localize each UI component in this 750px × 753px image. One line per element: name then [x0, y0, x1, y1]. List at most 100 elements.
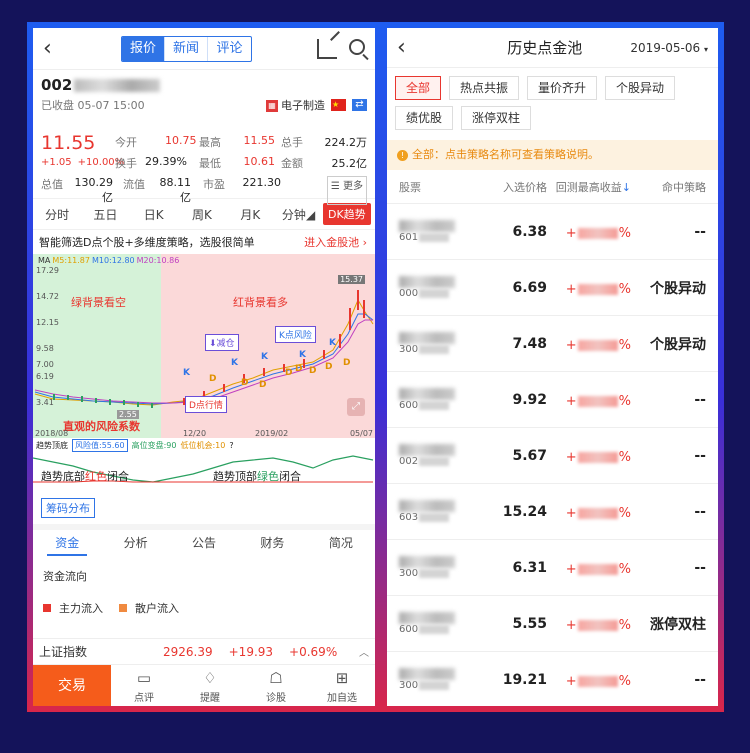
back-icon[interactable]: ‹ — [43, 36, 69, 61]
table-row[interactable]: 600 9.92 +% -- — [387, 372, 718, 428]
filter-blue-chip[interactable]: 绩优股 — [395, 106, 454, 130]
table-row[interactable]: 601 6.38 +% -- — [387, 204, 718, 260]
back-icon[interactable]: ‹ — [397, 35, 423, 60]
filter-all[interactable]: 全部 — [395, 76, 442, 100]
swap-icon[interactable]: ⇄ — [352, 99, 367, 111]
table-row[interactable]: 600 5.55 +% 涨停双柱 — [387, 596, 718, 652]
max-return: +% — [547, 390, 631, 409]
dk-trend-chart[interactable]: MA M5:11.87 M10:12.80 M20:10.86 17.29 14… — [33, 254, 375, 452]
entry-price: 6.38 — [512, 223, 547, 240]
d-marker: D — [343, 358, 351, 368]
d-point-tag[interactable]: D点行情 — [185, 396, 227, 413]
trade-button[interactable]: 交易 — [33, 665, 111, 706]
tab-month-k[interactable]: 月K — [226, 206, 274, 223]
tab-analysis[interactable]: 分析 — [101, 530, 169, 556]
index-ticker[interactable]: 上证指数 2926.39 +19.93 +0.69% ︿ — [33, 638, 375, 664]
stock-name-blurred — [399, 332, 455, 344]
bearish-annotation: 绿背景看空 — [71, 296, 126, 309]
hit-strategy[interactable]: 个股异动 — [631, 278, 706, 298]
hit-strategy[interactable]: -- — [631, 224, 706, 240]
nav-add-watchlist[interactable]: ⊞ 加自选 — [309, 665, 375, 706]
nav-comment[interactable]: ▭ 点评 — [111, 665, 177, 706]
tab-intraday[interactable]: 分时 — [33, 206, 81, 223]
more-button[interactable]: ☰ 更多 — [326, 176, 367, 205]
d-marker: D — [285, 368, 293, 378]
stock-code-prefix: 002 — [41, 76, 73, 94]
nav-diagnose[interactable]: ☖ 诊股 — [243, 665, 309, 706]
stock-code: 000 — [399, 288, 493, 299]
reduce-position-tag[interactable]: ⬇减仓 — [205, 334, 239, 351]
hit-strategy[interactable]: -- — [631, 392, 706, 408]
chevron-up-icon[interactable]: ︿ — [359, 644, 369, 659]
search-icon[interactable] — [349, 38, 365, 55]
filter-limit-up[interactable]: 涨停双柱 — [461, 106, 532, 130]
max-return: +% — [547, 278, 631, 297]
tab-funds[interactable]: 资金 — [33, 530, 101, 556]
gain-blurred — [577, 564, 618, 575]
risk-bar: 趋势顶底 风险值:55.60 高位变盘:90 低位机会:10 ? — [33, 438, 375, 452]
tab-day-k[interactable]: 日K — [130, 206, 178, 223]
stock-name-blurred — [399, 612, 455, 624]
filter-hotspot[interactable]: 热点共振 — [449, 76, 520, 100]
gold-pool-link[interactable]: 进入金股池 › — [304, 234, 367, 250]
stock-cell: 000 — [399, 276, 493, 299]
table-row[interactable]: 002 5.67 +% -- — [387, 428, 718, 484]
table-row[interactable]: 603 15.24 +% -- — [387, 484, 718, 540]
hit-strategy[interactable]: -- — [631, 560, 706, 576]
gain-blurred — [577, 396, 618, 407]
tab-minute-label: 分钟 — [281, 207, 306, 222]
col-max-return[interactable]: 回测最高收益↓ — [547, 179, 631, 195]
china-flag-icon[interactable]: ★ — [331, 99, 346, 111]
filter-abnormal[interactable]: 个股异动 — [605, 76, 676, 100]
osc-text: 闭合 — [107, 470, 129, 483]
tab-announcements[interactable]: 公告 — [170, 530, 238, 556]
info-icon: ! — [397, 149, 408, 161]
gain-blurred — [577, 620, 618, 631]
sector-tag[interactable]: ▦ 电子制造 — [266, 97, 325, 113]
d-marker: D — [209, 374, 217, 384]
hit-strategy[interactable]: -- — [631, 504, 706, 520]
x-tick: 2018/08 — [35, 429, 69, 438]
table-row[interactable]: 300 19.21 +% -- — [387, 652, 718, 706]
nav-label: 提醒 — [200, 693, 220, 704]
page-title: 历史点金池 — [507, 39, 583, 57]
pool-table: 601 6.38 +% -- 000 6.69 +% 个股异动 300 7.48… — [387, 204, 718, 706]
tab-quote[interactable]: 报价 — [122, 36, 165, 61]
code-blurred — [419, 569, 450, 578]
tab-news[interactable]: 新闻 — [165, 36, 208, 61]
tab-five-day[interactable]: 五日 — [81, 206, 129, 223]
stock-header: 002 已收盘 05-07 15:00 ▦ 电子制造 ★ ⇄ — [33, 70, 375, 130]
filter-volume-price[interactable]: 量价齐升 — [527, 76, 598, 100]
stat-label: 总手 — [281, 136, 303, 149]
table-row[interactable]: 000 6.69 +% 个股异动 — [387, 260, 718, 316]
date-picker[interactable]: 2019-05-06 ▾ — [630, 41, 708, 55]
gain-blurred — [577, 452, 618, 463]
tab-profile[interactable]: 简况 — [307, 530, 375, 556]
ma-legend: MA M5:11.87 M10:12.80 M20:10.86 — [38, 256, 179, 265]
legend-label: 散户流入 — [135, 602, 179, 615]
k-risk-tag[interactable]: K点风险 — [275, 326, 316, 343]
hit-strategy[interactable]: 个股异动 — [631, 334, 706, 354]
hit-strategy[interactable]: -- — [631, 672, 706, 688]
tab-dk-trend[interactable]: DK趋势 — [322, 203, 371, 225]
stat-label: 最低 — [199, 157, 221, 170]
tab-comments[interactable]: 评论 — [208, 37, 251, 61]
hit-strategy[interactable]: 涨停双柱 — [631, 614, 706, 634]
ma20-label: M20:10.86 — [136, 256, 180, 265]
share-icon[interactable] — [317, 38, 337, 59]
table-row[interactable]: 300 6.31 +% -- — [387, 540, 718, 596]
gold-pool-link-label: 进入金股池 — [304, 236, 360, 249]
nav-alert[interactable]: ♢ 提醒 — [177, 665, 243, 706]
hit-strategy[interactable]: -- — [631, 448, 706, 464]
osc-text: 趋势底部 — [41, 470, 85, 483]
tab-minute[interactable]: 分钟◢ — [274, 206, 322, 223]
table-row[interactable]: 300 7.48 +% 个股异动 — [387, 316, 718, 372]
fund-flow-legend: 主力流入 散户流入 — [33, 584, 375, 616]
nav-label: 诊股 — [266, 693, 286, 704]
help-icon[interactable]: ? — [229, 441, 233, 450]
fullscreen-icon[interactable]: ⤢ — [347, 398, 365, 416]
chip-distribution-button[interactable]: 筹码分布 — [41, 498, 95, 518]
tab-financials[interactable]: 财务 — [238, 530, 306, 556]
tab-week-k[interactable]: 周K — [178, 206, 226, 223]
more-label: 更多 — [343, 181, 363, 192]
